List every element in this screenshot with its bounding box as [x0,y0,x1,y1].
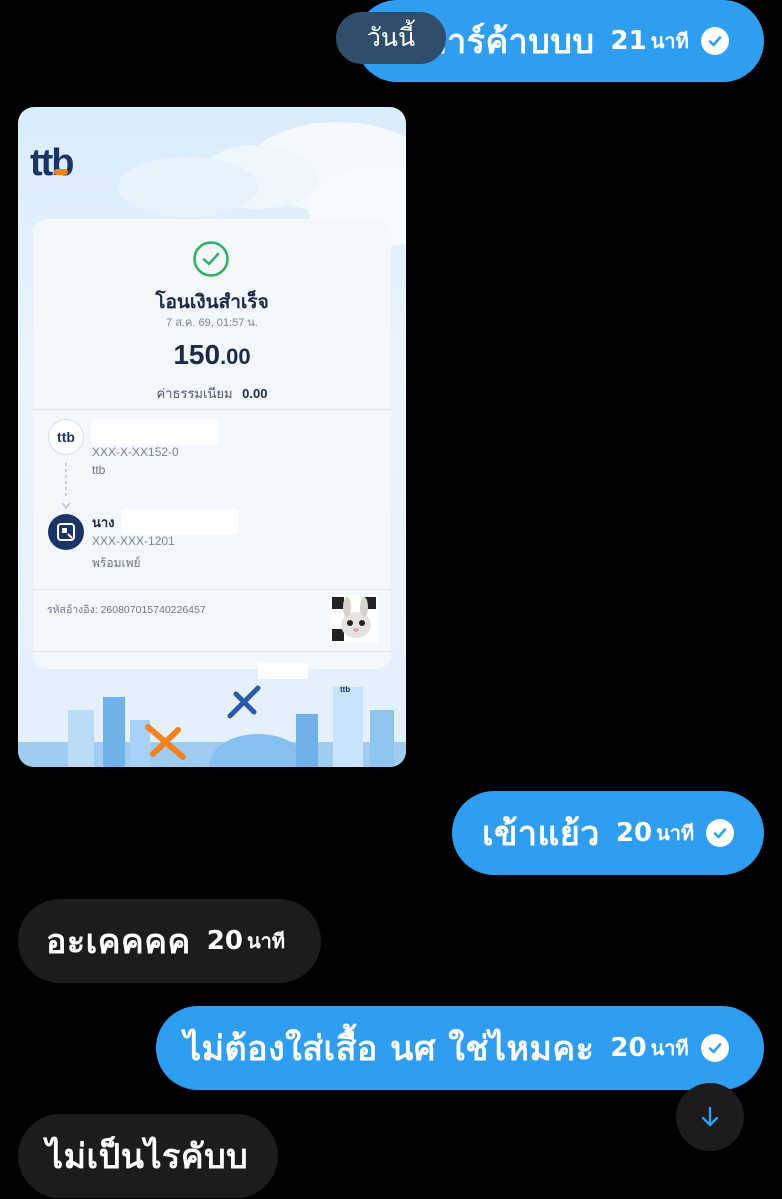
read-check-icon [706,819,735,847]
read-check-icon [700,1034,729,1062]
message-bubble-incoming[interactable]: ไม่เป็นไรคับบ [18,1114,278,1198]
scroll-to-bottom-button[interactable] [676,1083,744,1151]
sender-bank-icon: ttb [48,419,84,455]
ttb-logo-accent [54,169,68,175]
message-text: ไม่เป็นไรคับบ [46,1137,249,1177]
receipt-image[interactable]: ttb โอนเงินสำเร็จ 7 ส.ค. 69, 01:57 น. 15… [18,107,406,767]
divider [33,651,391,652]
sender-account: XXX-X-XX152-0 [92,445,179,459]
reference-value: 260807015740226457 [100,604,206,616]
message-time-unit: นาที [650,1036,689,1060]
fee-row: ค่าธรรมเนียม 0.00 [33,383,391,404]
message-text: เข้าแย้ว [482,814,600,854]
success-check-icon [193,241,229,277]
city-skyline-decoration: ttb [18,685,406,767]
sender-bank: ttb [92,463,106,477]
qr-code [330,595,378,643]
message-bubble-outgoing[interactable]: ไม่ต้องใส่เสื้อ นศ ใช่ไหมคะ 20 นาที [156,1006,764,1090]
promptpay-icon [48,514,84,550]
message-text: ไม่ต้องใส่เสื้อ นศ ใช่ไหมคะ [184,1029,595,1069]
ttb-logo-text: ttb [30,142,75,184]
message-text: การ์ค้าบบบ [426,22,595,62]
arrow-down-icon [701,1106,719,1127]
divider [33,409,391,410]
message-meta: 20 นาที [610,1032,729,1064]
message-time-unit: นาที [246,929,286,953]
amount: 150.00 [33,339,391,371]
ttb-logo: ttb [30,142,75,185]
message-bubble-outgoing[interactable]: เข้าแย้ว 20 นาที [452,791,764,875]
message-time-unit: นาที [656,821,695,845]
amount-integer: 150 [173,339,221,370]
building-sign: ttb [340,685,350,694]
message-meta: 21 นาที [611,25,729,57]
fee-label: ค่าธรรมเนียม [156,386,233,401]
amount-decimal: .00 [220,344,251,369]
receiver-name-prefix: นาง [92,515,115,530]
reference-row: รหัสอ้างอิง: 260807015740226457 [47,601,206,618]
message-time: 20 [610,1033,647,1063]
reference-label: รหัสอ้างอิง: [47,604,98,616]
message-time-unit: นาที [650,29,689,53]
date-chip: วันนี้ [336,12,446,64]
receipt-card: โอนเงินสำเร็จ 7 ส.ค. 69, 01:57 น. 150.00… [33,219,391,669]
receiver-bank: พร้อมเพย์ [92,556,141,570]
message-text: อะเคคคค [46,922,191,962]
redacted-sender-name [91,419,219,445]
read-check-icon [700,27,729,55]
transfer-arrow-icon [61,463,71,510]
fee-value: 0.00 [242,386,268,401]
redacted-receiver-name [121,509,239,535]
message-time: 21 [610,26,647,56]
receiver-account: XXX-XXX-1201 [92,534,175,548]
transaction-datetime: 7 ส.ค. 69, 01:57 น. [166,317,258,329]
message-bubble-incoming[interactable]: อะเคคคค 20 นาที [18,899,321,983]
message-meta: 20 นาที [615,817,735,849]
message-time: 20 [206,926,243,956]
divider [33,589,391,590]
message-time: 20 [615,818,653,848]
message-meta: 20 นาที [207,925,285,957]
